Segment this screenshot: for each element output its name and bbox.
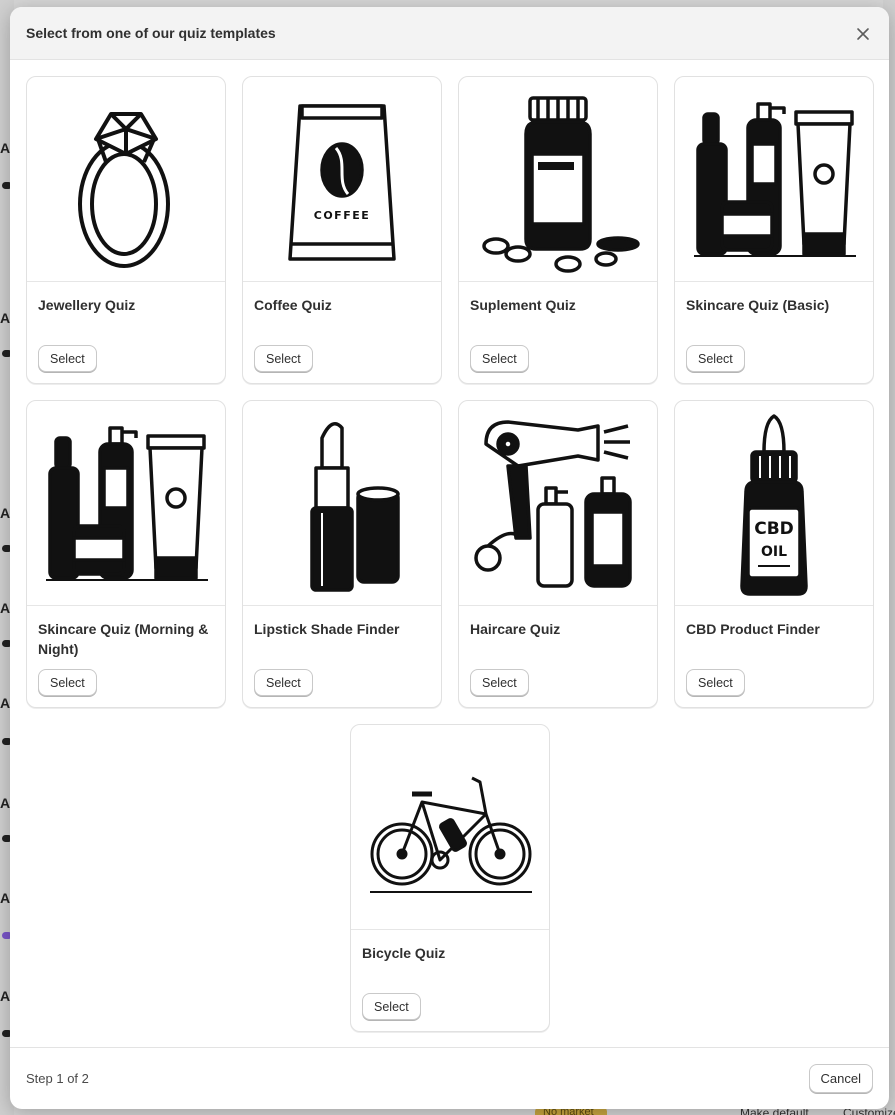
select-button[interactable]: Select [362, 993, 421, 1020]
select-button[interactable]: Select [470, 345, 529, 372]
cbd-oil-bottle-icon: CBD OIL [740, 414, 808, 596]
lipstick-icon [310, 422, 400, 592]
oil-label: OIL [761, 544, 787, 560]
card-image: COFFEE [243, 77, 441, 282]
template-card-coffee[interactable]: COFFEE Coffee Quiz Select [242, 76, 442, 384]
card-title: Jewellery Quiz [38, 297, 136, 313]
select-button[interactable]: Select [254, 669, 313, 696]
card-title: Coffee Quiz [254, 297, 332, 313]
template-card-haircare[interactable]: Haircare Quiz Select [458, 400, 658, 708]
card-image [675, 77, 873, 282]
step-indicator: Step 1 of 2 [26, 1071, 89, 1086]
card-image [27, 401, 225, 606]
card-title: CBD Product Finder [686, 621, 820, 637]
card-title: Suplement Quiz [470, 297, 576, 313]
card-title: Lipstick Shade Finder [254, 621, 400, 637]
select-button[interactable]: Select [686, 669, 745, 696]
template-card-supplement[interactable]: Suplement Quiz Select [458, 76, 658, 384]
select-button[interactable]: Select [470, 669, 529, 696]
cbd-label: CBD [754, 519, 794, 539]
supplement-bottle-icon [482, 96, 640, 273]
template-grid: Jewellery Quiz Select COFFEE Coffee Quiz [10, 60, 889, 1055]
card-image [27, 77, 225, 282]
close-icon [857, 28, 869, 40]
card-title: Skincare Quiz (Morning & Night) [38, 621, 209, 657]
template-card-lipstick[interactable]: Lipstick Shade Finder Select [242, 400, 442, 708]
coffee-bag-icon: COFFEE [288, 104, 396, 261]
bicycle-icon [370, 776, 532, 893]
quiz-template-modal: Select from one of our quiz templates Je… [10, 7, 889, 1109]
modal-header: Select from one of our quiz templates [10, 7, 889, 60]
template-card-cbd[interactable]: CBD OIL CBD Product Finder Select [674, 400, 874, 708]
hair-dryer-icon [474, 420, 632, 588]
template-card-jewellery[interactable]: Jewellery Quiz Select [26, 76, 226, 384]
card-image [351, 725, 549, 930]
coffee-label: COFFEE [314, 209, 370, 222]
card-title: Skincare Quiz (Basic) [686, 297, 830, 313]
card-title: Haircare Quiz [470, 621, 561, 637]
template-card-skincare-basic[interactable]: Skincare Quiz (Basic) Select [674, 76, 874, 384]
template-card-bicycle[interactable]: Bicycle Quiz Select [350, 724, 550, 1032]
card-image [459, 401, 657, 606]
template-card-skincare-morning-night[interactable]: Skincare Quiz (Morning & Night) Select [26, 400, 226, 708]
skincare-products-icon [46, 426, 208, 581]
cancel-button[interactable]: Cancel [808, 1064, 873, 1093]
modal-title: Select from one of our quiz templates [26, 25, 276, 41]
select-button[interactable]: Select [38, 345, 97, 372]
card-image [243, 401, 441, 606]
card-title: Bicycle Quiz [362, 945, 446, 961]
close-button[interactable] [853, 24, 873, 44]
card-image [459, 77, 657, 282]
card-image: CBD OIL [675, 401, 873, 606]
ring-icon [78, 112, 170, 268]
modal-footer: Step 1 of 2 Cancel [10, 1047, 889, 1109]
select-button[interactable]: Select [686, 345, 745, 372]
select-button[interactable]: Select [38, 669, 97, 696]
select-button[interactable]: Select [254, 345, 313, 372]
skincare-products-icon [694, 102, 856, 257]
